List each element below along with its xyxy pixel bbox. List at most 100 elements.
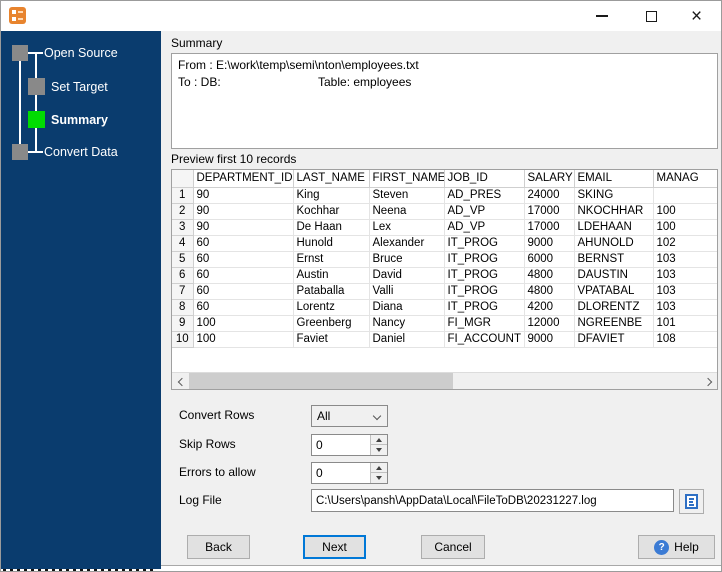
step-connector-line xyxy=(35,128,37,153)
table-cell: Greenberg xyxy=(293,315,370,332)
scroll-right-arrow[interactable] xyxy=(700,373,717,389)
close-button[interactable]: × xyxy=(674,1,719,31)
column-header[interactable]: DEPARTMENT_ID xyxy=(193,170,294,188)
table-cell: 17000 xyxy=(524,203,575,220)
table-row[interactable]: 2 90 Kochhar Neena AD_VP 17000 NKOCHHAR 100 xyxy=(172,203,717,220)
table-cell: 12000 xyxy=(524,315,575,332)
row-number-cell: 6 xyxy=(172,267,194,284)
log-file-label: Log File xyxy=(179,493,222,507)
help-question-icon: ? xyxy=(654,539,670,555)
stepper-down-button[interactable] xyxy=(371,473,387,483)
maximize-button[interactable] xyxy=(629,1,674,31)
column-header[interactable]: MANAG xyxy=(653,170,717,188)
step-connector-line xyxy=(19,53,21,152)
horizontal-scrollbar[interactable] xyxy=(172,372,717,389)
row-number-cell: 7 xyxy=(172,283,194,300)
table-cell: Valli xyxy=(369,283,445,300)
back-button[interactable]: Back xyxy=(187,535,250,559)
column-header[interactable]: JOB_ID xyxy=(444,170,525,188)
table-row[interactable]: 10 100 Faviet Daniel FI_ACCOUNT 9000 DFAVIET 10… xyxy=(172,331,717,348)
title-bar: × xyxy=(1,1,721,31)
column-header[interactable]: SALARY xyxy=(524,170,575,188)
step-label-summary: Summary xyxy=(51,113,108,127)
convert-rows-label: Convert Rows xyxy=(179,408,255,422)
back-button-label: Back xyxy=(205,540,232,554)
table-cell: 4800 xyxy=(524,283,575,300)
stepper-up-button[interactable] xyxy=(371,435,387,445)
column-header[interactable]: EMAIL xyxy=(574,170,654,188)
minimize-button[interactable] xyxy=(579,1,624,31)
row-number-cell: 9 xyxy=(172,315,194,332)
table-cell: DFAVIET xyxy=(574,331,654,348)
next-button[interactable]: Next xyxy=(303,535,366,559)
stepper-down-button[interactable] xyxy=(371,445,387,455)
wizard-steps-sidebar: Open Source Set Target Summary Convert D… xyxy=(1,31,161,569)
table-row[interactable]: 7 60 Pataballa Valli IT_PROG 4800 VPATABAL 103 xyxy=(172,283,717,300)
close-icon: × xyxy=(690,5,703,27)
table-cell: VPATABAL xyxy=(574,283,654,300)
row-number-cell: 3 xyxy=(172,219,194,236)
table-cell: AHUNOLD xyxy=(574,235,654,252)
skip-rows-stepper[interactable]: 0 xyxy=(311,434,388,456)
dialog-window: × Open Source Set Target Summary Convert… xyxy=(0,0,722,572)
skip-rows-label: Skip Rows xyxy=(179,437,236,451)
table-cell: Daniel xyxy=(369,331,445,348)
table-cell: 100 xyxy=(653,219,717,236)
table-row[interactable]: 6 60 Austin David IT_PROG 4800 DAUSTIN 103 xyxy=(172,267,717,284)
table-cell: 101 xyxy=(653,315,717,332)
column-header[interactable]: LAST_NAME xyxy=(293,170,370,188)
table-cell: 60 xyxy=(193,235,294,252)
help-button[interactable]: ? Help xyxy=(638,535,715,559)
summary-table-label: Table: employees xyxy=(318,75,412,89)
cancel-button[interactable]: Cancel xyxy=(421,535,485,559)
summary-to-label: To : DB: xyxy=(178,75,221,89)
table-cell: Pataballa xyxy=(293,283,370,300)
errors-to-allow-value: 0 xyxy=(316,466,323,480)
table-cell: AD_VP xyxy=(444,203,525,220)
table-cell: 103 xyxy=(653,267,717,284)
scroll-left-arrow[interactable] xyxy=(172,373,189,389)
summary-text-box: From : E:\work\temp\semi\nton\employees.… xyxy=(171,53,718,149)
table-cell: IT_PROG xyxy=(444,235,525,252)
scrollbar-thumb[interactable] xyxy=(189,373,453,389)
step-indicator-convert-data xyxy=(12,144,28,160)
errors-to-allow-label: Errors to allow xyxy=(179,465,256,479)
arrow-down-icon xyxy=(376,448,382,452)
table-row[interactable]: 8 60 Lorentz Diana IT_PROG 4200 DLORENTZ 103 xyxy=(172,299,717,316)
row-number-cell: 1 xyxy=(172,187,194,204)
table-cell: 103 xyxy=(653,251,717,268)
column-header[interactable]: FIRST_NAME xyxy=(369,170,445,188)
errors-to-allow-stepper[interactable]: 0 xyxy=(311,462,388,484)
table-cell: 4800 xyxy=(524,267,575,284)
log-file-input[interactable]: C:\Users\pansh\AppData\Local\FileToDB\20… xyxy=(311,489,674,512)
app-icon xyxy=(9,7,26,24)
table-row[interactable]: 3 90 De Haan Lex AD_VP 17000 LDEHAAN 100 xyxy=(172,219,717,236)
row-number-cell: 8 xyxy=(172,299,194,316)
cancel-button-label: Cancel xyxy=(434,540,472,554)
table-cell: David xyxy=(369,267,445,284)
table-row[interactable]: 1 90 King Steven AD_PRES 24000 SKING xyxy=(172,187,717,204)
table-cell: NKOCHHAR xyxy=(574,203,654,220)
table-cell: Diana xyxy=(369,299,445,316)
summary-from-line: From : E:\work\temp\semi\nton\employees.… xyxy=(178,58,419,72)
browse-log-button[interactable] xyxy=(679,489,704,514)
table-cell: NGREENBE xyxy=(574,315,654,332)
table-row[interactable]: 4 60 Hunold Alexander IT_PROG 9000 AHUNOLD 102 xyxy=(172,235,717,252)
step-label-set-target: Set Target xyxy=(51,80,108,94)
arrow-up-icon xyxy=(376,465,382,470)
stepper-up-button[interactable] xyxy=(371,463,387,473)
table-row[interactable]: 9 100 Greenberg Nancy FI_MGR 12000 NGREENBE 101 xyxy=(172,315,717,332)
step-label-convert-data: Convert Data xyxy=(44,145,118,159)
convert-rows-value: All xyxy=(317,409,331,423)
table-cell: 90 xyxy=(193,203,294,220)
table-cell xyxy=(653,187,717,204)
step-label-open-source: Open Source xyxy=(44,46,118,60)
document-icon xyxy=(685,494,698,509)
table-cell: 60 xyxy=(193,267,294,284)
table-cell: AD_VP xyxy=(444,219,525,236)
table-cell: Nancy xyxy=(369,315,445,332)
table-cell: 17000 xyxy=(524,219,575,236)
convert-rows-select[interactable]: All xyxy=(311,405,388,427)
table-cell: 100 xyxy=(653,203,717,220)
table-row[interactable]: 5 60 Ernst Bruce IT_PROG 6000 BERNST 103 xyxy=(172,251,717,268)
